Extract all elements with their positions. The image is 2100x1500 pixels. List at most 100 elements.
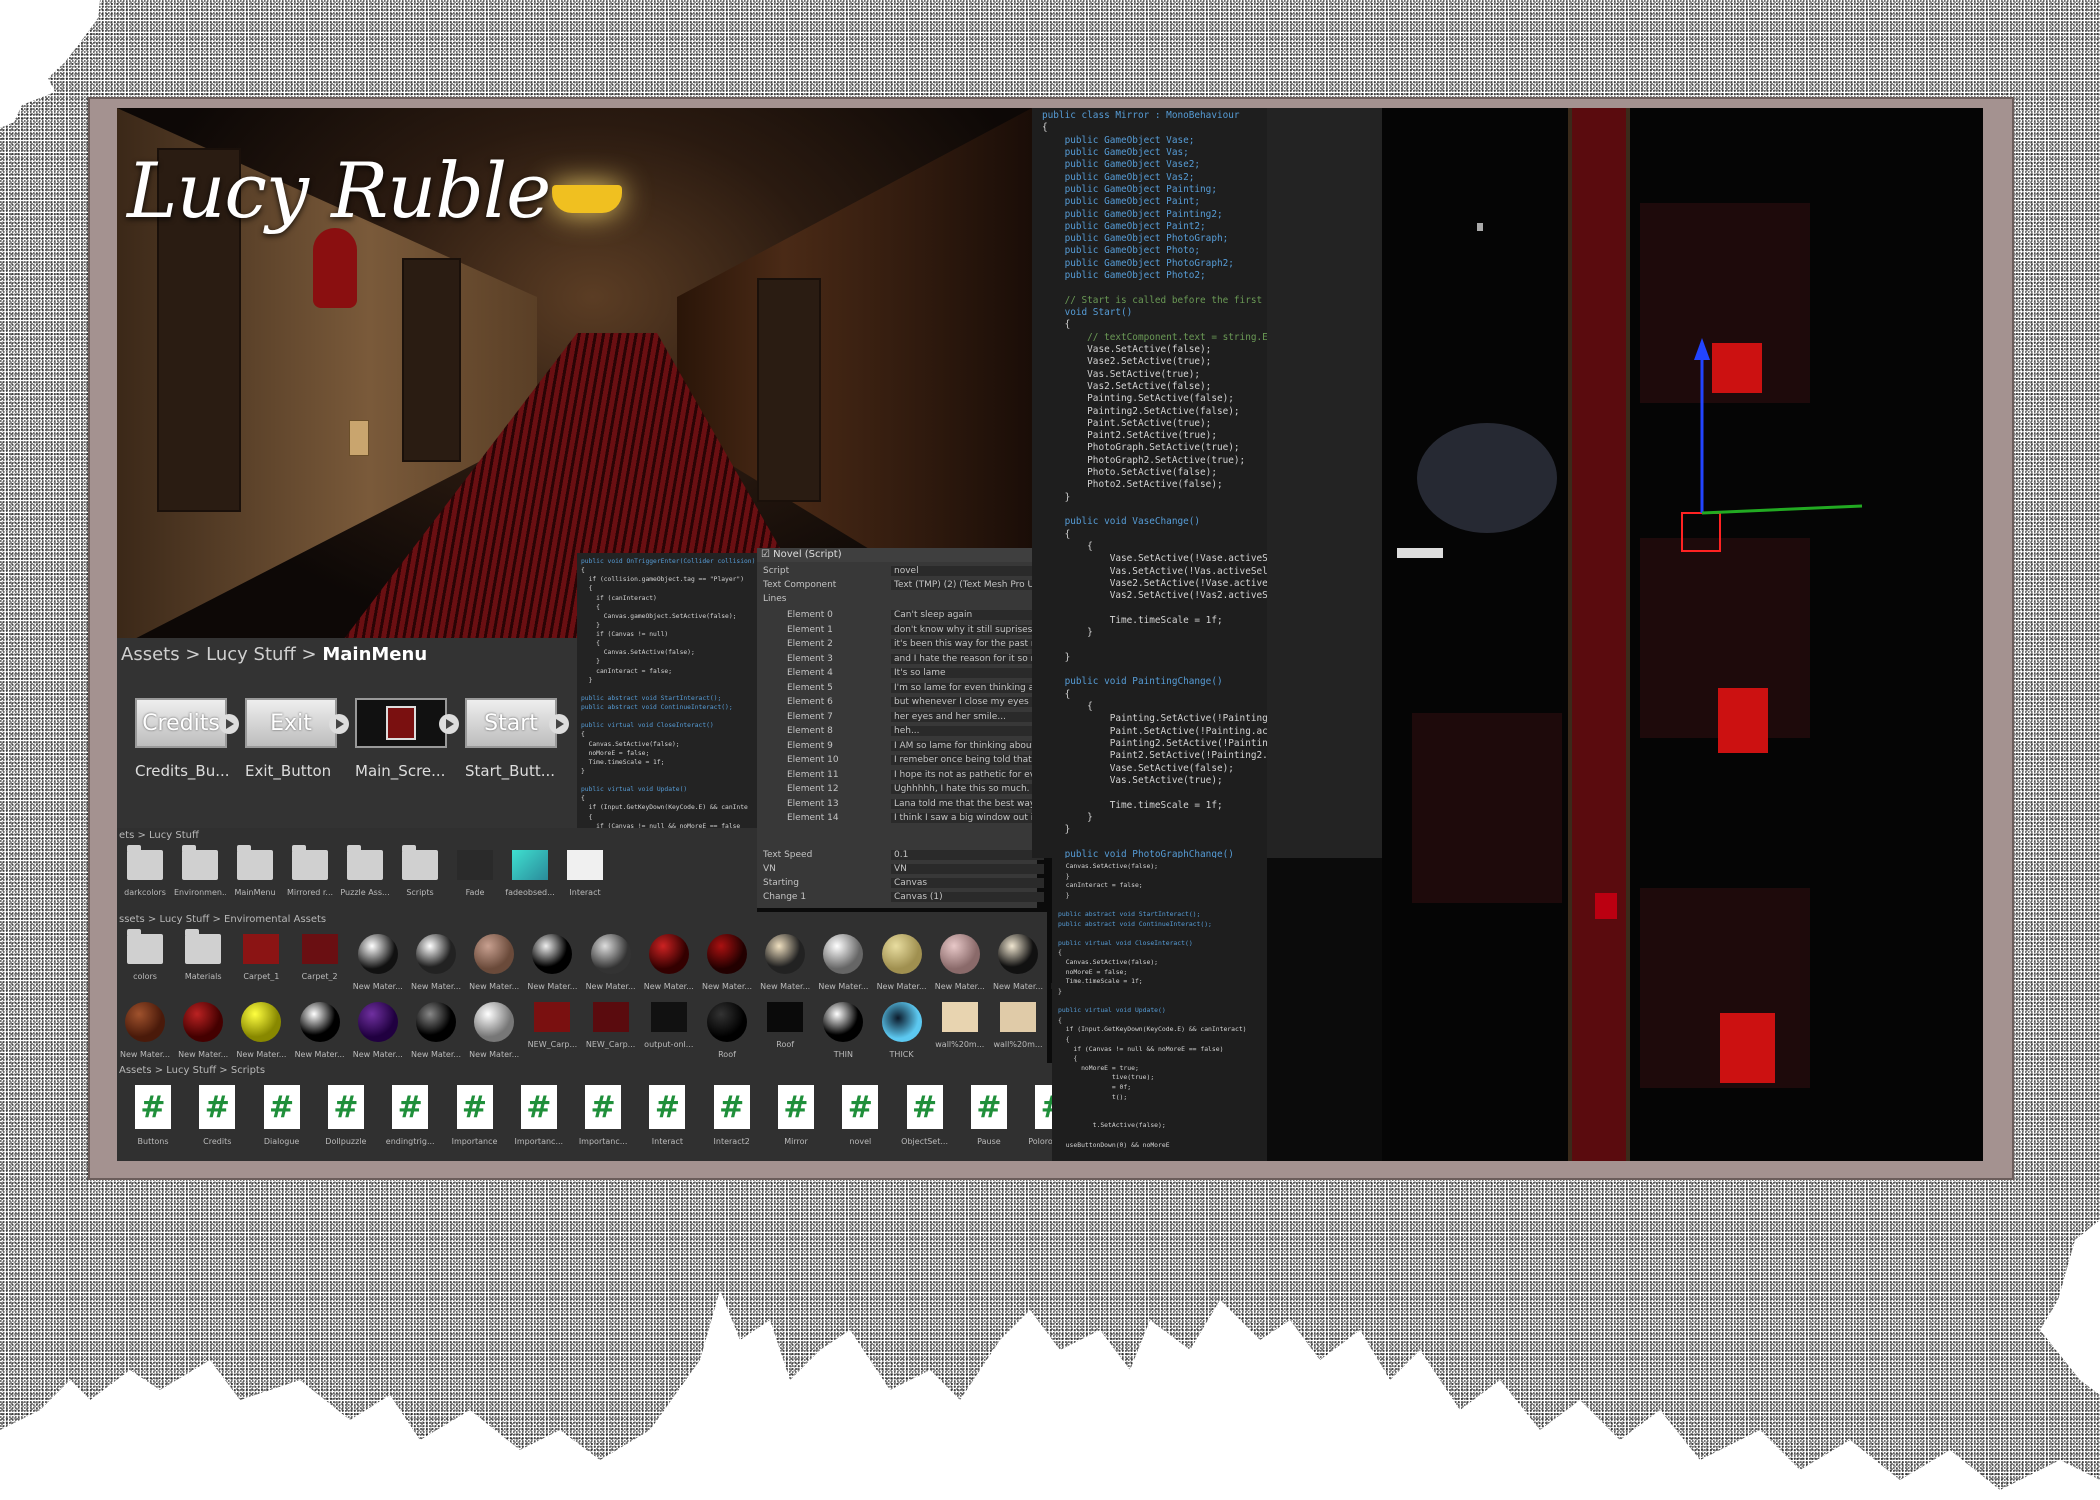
asset-exit-button[interactable]: Exit Exit_Button [245, 698, 349, 780]
asset-tile[interactable]: # Buttons [127, 1085, 179, 1146]
code-line: noMoreE = true; [1058, 1063, 1139, 1072]
line-element-row: Element 8 heh... [763, 726, 1044, 739]
asset-tile[interactable]: NEW_Carp... [585, 1002, 637, 1049]
asset-tile[interactable]: # Mirror [770, 1085, 822, 1146]
asset-tile[interactable]: Puzzle Ass... [339, 845, 391, 897]
asset-tile[interactable]: New Mater... [235, 1002, 287, 1059]
line-element-value[interactable]: It's so lame [891, 668, 1044, 678]
asset-tile[interactable]: # Dollpuzzle [320, 1085, 372, 1146]
play-icon[interactable] [329, 714, 349, 734]
line-element-value[interactable]: Lana told me that the best way to c [891, 798, 1044, 809]
change-value[interactable]: Canvas (1) [891, 892, 1044, 902]
asset-tile[interactable]: # novel [834, 1085, 886, 1146]
asset-tile[interactable]: output-onl... [643, 1002, 695, 1049]
asset-tile[interactable]: THICK [876, 1002, 928, 1059]
asset-label: darkcolors [124, 888, 166, 897]
asset-tile[interactable]: New Mater... [119, 1002, 171, 1059]
asset-tile[interactable]: New Mater... [177, 1002, 229, 1059]
asset-tile[interactable]: New Mater... [352, 1002, 404, 1059]
asset-tile[interactable]: New Mater... [468, 1002, 520, 1059]
asset-tile[interactable]: New Mater... [876, 934, 928, 991]
asset-tile[interactable]: # Interact [641, 1085, 693, 1146]
asset-tile[interactable]: New Mater... [410, 934, 462, 991]
asset-tile[interactable]: Roof [701, 1002, 753, 1059]
asset-tile[interactable]: New Mater... [585, 934, 637, 991]
asset-tile[interactable]: Environmen... [174, 845, 226, 897]
asset-tile[interactable]: # Dialogue [256, 1085, 308, 1146]
asset-tile[interactable]: New Mater... [468, 934, 520, 991]
asset-tile[interactable]: darkcolors [119, 845, 171, 897]
asset-tile[interactable]: MainMenu [229, 845, 281, 897]
asset-start-button[interactable]: Start Start_Butt... [465, 698, 569, 780]
asset-tile[interactable]: # ObjectSet... [899, 1085, 951, 1146]
asset-tile[interactable]: Scripts [394, 845, 446, 897]
line-element-value[interactable]: don't know why it still suprises me [891, 624, 1044, 635]
asset-tile[interactable]: Carpet_1 [235, 934, 287, 981]
asset-tile[interactable]: Mirrored r... [284, 845, 336, 897]
line-element-value[interactable]: it's been this way for the past montl [891, 639, 1044, 649]
breadcrumb-lucy-stuff[interactable]: Lucy Stuff [206, 644, 296, 665]
inspector-header[interactable]: ☑ Novel (Script) [757, 548, 1037, 562]
line-element-value[interactable]: Can't sleep again [891, 610, 1044, 620]
asset-credits-button[interactable]: Credits Credits_Bu... [135, 698, 239, 780]
line-element-value[interactable]: and I hate the reason for it so much [891, 653, 1044, 664]
line-element-value[interactable]: I hope its not as pathetic for everyo [891, 769, 1044, 780]
play-icon[interactable] [439, 714, 459, 734]
asset-tile[interactable]: NEW_Carp... [526, 1002, 578, 1049]
asset-tile[interactable]: # Pause [963, 1085, 1015, 1146]
asset-tile[interactable]: Fade [449, 850, 501, 897]
asset-tile[interactable]: New Mater... [992, 934, 1044, 991]
line-element-value[interactable]: her eyes and her smile... [891, 711, 1044, 722]
asset-tile[interactable]: Roof [759, 1002, 811, 1049]
breadcrumb-assets[interactable]: Assets [121, 644, 180, 665]
asset-tile[interactable]: New Mater... [643, 934, 695, 991]
line-element-value[interactable]: I'm so lame for even thinking about [891, 682, 1044, 693]
line-element-value[interactable]: I remeber once being told that even [891, 755, 1044, 765]
asset-tile[interactable]: New Mater... [294, 1002, 346, 1059]
line-element-value[interactable]: I AM so lame for thinking about it... [891, 740, 1044, 751]
asset-tile[interactable]: # Importanc... [513, 1085, 565, 1146]
folder-icon [237, 845, 273, 880]
asset-tile[interactable]: THIN [817, 1002, 869, 1059]
line-element-row: Element 12 Ughhhhh, I hate this so much. … [763, 784, 1044, 797]
asset-tile[interactable]: wall%20m... [992, 1002, 1044, 1049]
asset-tile[interactable]: New Mater... [934, 934, 986, 991]
line-element-value[interactable]: heh... [891, 726, 1044, 736]
asset-tile[interactable]: wall%20m... [934, 1002, 986, 1049]
asset-tile[interactable]: Carpet_2 [294, 934, 346, 981]
asset-label: colors [133, 972, 157, 981]
csharp-script-icon: # [135, 1085, 171, 1129]
text-speed-value[interactable]: 0.1 [891, 850, 1044, 860]
asset-tile[interactable]: Materials [177, 929, 229, 981]
asset-main-screen[interactable]: Main_Scre... [355, 698, 459, 780]
breadcrumb-mainmenu[interactable]: MainMenu [322, 644, 427, 665]
asset-tile[interactable]: New Mater... [817, 934, 869, 991]
asset-tile[interactable]: colors [119, 929, 171, 981]
script-value[interactable]: novel [891, 566, 1044, 576]
code-line: { [1058, 948, 1062, 957]
asset-tile[interactable]: # Credits [191, 1085, 243, 1146]
asset-tile[interactable]: New Mater... [526, 934, 578, 991]
play-icon[interactable] [549, 714, 569, 734]
asset-tile[interactable]: New Mater... [701, 934, 753, 991]
line-element-value[interactable]: I think I saw a big window out in the [891, 813, 1044, 823]
lines-row[interactable]: Lines [763, 594, 1033, 607]
starting-value[interactable]: Canvas [891, 878, 1044, 888]
asset-tile[interactable]: # endingtrig... [384, 1085, 436, 1146]
material-sphere-icon [299, 1002, 340, 1042]
asset-tile[interactable]: fadeobsed... [504, 850, 556, 897]
asset-tile[interactable]: New Mater... [759, 934, 811, 991]
asset-tile[interactable]: # Importanc... [577, 1085, 629, 1146]
asset-tile[interactable]: New Mater... [410, 1002, 462, 1059]
asset-tile[interactable]: Interact [559, 850, 611, 897]
asset-label: Environmen... [174, 888, 226, 897]
play-icon[interactable] [219, 714, 239, 734]
line-element-value[interactable]: but whenever I close my eyes I see [891, 697, 1044, 707]
line-element-value[interactable]: Ughhhhh, I hate this so much. I nee [891, 784, 1044, 794]
vn-value[interactable]: VN [891, 864, 1044, 874]
text-component-value[interactable]: Text (TMP) (2) (Text Mesh Pro UG [891, 580, 1044, 590]
asset-tile[interactable]: # Interact2 [706, 1085, 758, 1146]
asset-tile[interactable]: # Importance [449, 1085, 501, 1146]
asset-tile[interactable]: New Mater... [352, 934, 404, 991]
